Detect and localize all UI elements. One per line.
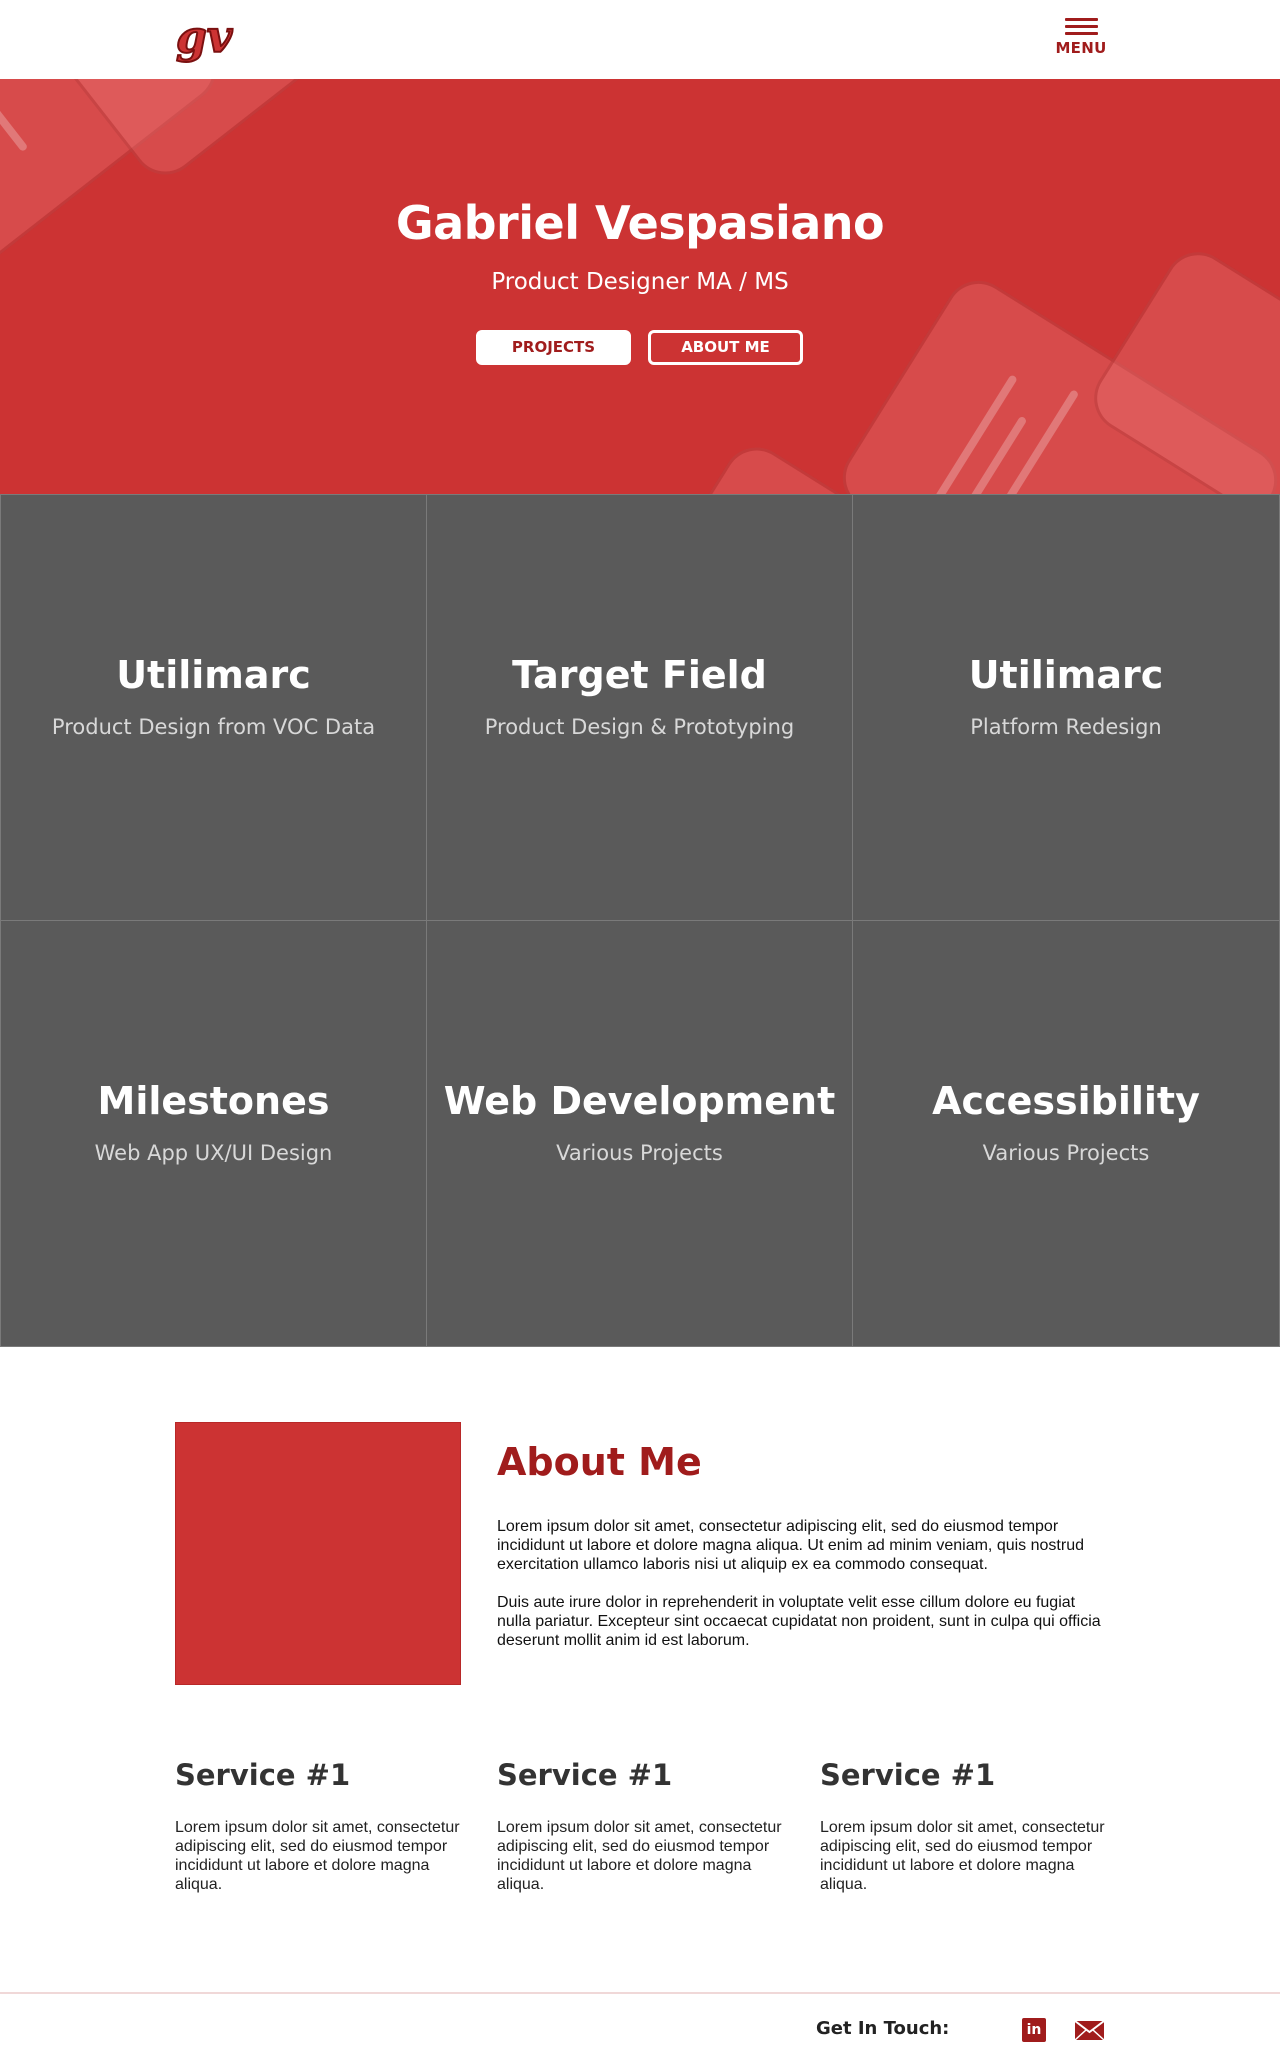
service-title: Service #1: [175, 1758, 351, 1792]
project-title: Web Development: [443, 1079, 836, 1123]
project-subtitle: Platform Redesign: [970, 715, 1162, 739]
project-title: Milestones: [97, 1079, 330, 1123]
project-title: Utilimarc: [968, 653, 1164, 697]
project-tile-utilimarc-redesign[interactable]: Utilimarc Platform Redesign: [852, 494, 1280, 921]
project-title: Accessibility: [932, 1079, 1200, 1123]
project-subtitle: Product Design & Prototyping: [484, 715, 795, 739]
menu-label: MENU: [1055, 39, 1107, 57]
footer-divider: [0, 1992, 1280, 1994]
project-tile-accessibility[interactable]: Accessibility Various Projects: [852, 920, 1280, 1347]
project-subtitle: Product Design from VOC Data: [51, 715, 376, 739]
hero-name: Gabriel Vespasiano: [395, 196, 885, 250]
logo-gv[interactable]: gv: [174, 12, 234, 64]
service-card: Service #1 Lorem ipsum dolor sit amet, c…: [497, 1758, 787, 1894]
about-photo-placeholder: [175, 1422, 461, 1685]
service-text: Lorem ipsum dolor sit amet, consectetur …: [175, 1819, 460, 1893]
project-subtitle: Various Projects: [982, 1141, 1150, 1165]
linkedin-icon[interactable]: in: [1022, 2018, 1046, 2042]
projects-grid: Utilimarc Product Design from VOC Data T…: [0, 494, 1280, 1347]
service-text: Lorem ipsum dolor sit amet, consectetur …: [820, 1819, 1105, 1893]
project-tile-web-development[interactable]: Web Development Various Projects: [426, 920, 853, 1347]
project-title: Utilimarc: [116, 653, 311, 697]
service-text: Lorem ipsum dolor sit amet, consectetur …: [497, 1819, 782, 1893]
svg-text:gv: gv: [176, 12, 233, 63]
get-in-touch-label: Get In Touch:: [816, 2018, 950, 2039]
hamburger-icon: [1064, 18, 1098, 35]
hero-subtitle: Product Designer MA / MS: [491, 269, 789, 295]
hero-banner: Gabriel Vespasiano Product Designer MA /…: [0, 79, 1280, 494]
menu-button[interactable]: MENU: [1055, 18, 1107, 68]
about-paragraph: Duis aute irure dolor in reprehenderit i…: [497, 1594, 1101, 1649]
mail-icon[interactable]: [1074, 2020, 1105, 2041]
project-subtitle: Web App UX/UI Design: [94, 1141, 333, 1165]
site-header: gv MENU: [0, 0, 1280, 79]
projects-button[interactable]: PROJECTS: [476, 330, 631, 365]
service-title: Service #1: [497, 1758, 673, 1792]
project-tile-target-field[interactable]: Target Field Product Design & Prototypin…: [426, 494, 853, 921]
about-me-button[interactable]: ABOUT ME: [648, 330, 803, 365]
project-tile-milestones[interactable]: Milestones Web App UX/UI Design: [0, 920, 427, 1347]
project-title: Target Field: [512, 653, 767, 697]
about-paragraph: Lorem ipsum dolor sit amet, consectetur …: [497, 1518, 1084, 1573]
project-subtitle: Various Projects: [556, 1141, 723, 1165]
about-title: About Me: [497, 1440, 702, 1484]
service-card: Service #1 Lorem ipsum dolor sit amet, c…: [175, 1758, 465, 1894]
project-tile-utilimarc-voc[interactable]: Utilimarc Product Design from VOC Data: [0, 494, 427, 921]
service-title: Service #1: [820, 1758, 996, 1792]
service-card: Service #1 Lorem ipsum dolor sit amet, c…: [820, 1758, 1110, 1894]
